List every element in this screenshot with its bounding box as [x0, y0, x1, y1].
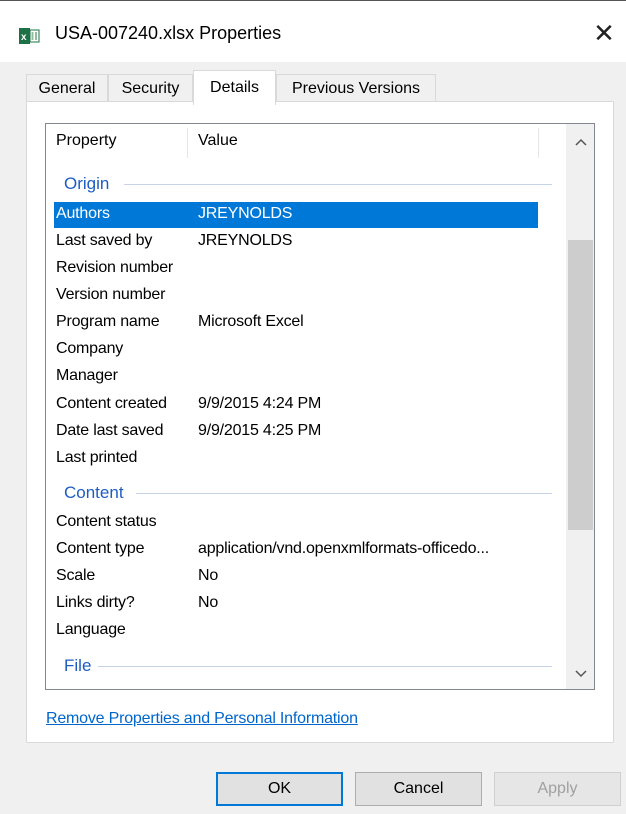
row-program-name[interactable]: Program name Microsoft Excel [54, 310, 538, 336]
group-content: Content [64, 483, 124, 502]
property-name: Manager [56, 367, 118, 384]
close-icon: ✕ [593, 17, 615, 48]
row-authors[interactable]: Authors JREYNOLDS [54, 202, 538, 228]
property-name: Company [56, 340, 124, 357]
properties-dialog: x USA-007240.xlsx Properties ✕ General S… [0, 0, 626, 814]
row-content-created[interactable]: Content created 9/9/2015 4:24 PM [54, 392, 538, 418]
scroll-up-button[interactable] [566, 128, 594, 156]
close-button[interactable]: ✕ [584, 15, 624, 51]
property-name: Version number [56, 286, 166, 303]
title-bar: x USA-007240.xlsx Properties ✕ [0, 0, 626, 62]
property-name: Links dirty? [56, 594, 135, 611]
apply-button[interactable]: Apply [494, 772, 621, 806]
property-value[interactable]: No [198, 567, 218, 585]
column-property[interactable]: Property [56, 132, 116, 150]
row-language[interactable]: Language [54, 618, 538, 644]
group-file: File [64, 656, 92, 675]
window-title: USA-007240.xlsx Properties [55, 23, 282, 43]
vertical-scrollbar[interactable] [566, 124, 594, 689]
group-divider [136, 493, 552, 494]
row-manager[interactable]: Manager [54, 364, 538, 390]
tab-bar: General Security Details Previous Versio… [26, 70, 626, 105]
column-value[interactable]: Value [198, 132, 238, 150]
property-name: Revision number [56, 259, 174, 276]
property-value[interactable]: 9/9/2015 4:24 PM [198, 395, 321, 413]
row-last-printed[interactable]: Last printed [54, 446, 538, 472]
tab-general[interactable]: General [26, 74, 108, 103]
property-name: Scale [56, 567, 96, 584]
chevron-down-icon [574, 670, 587, 678]
property-name: Program name [56, 313, 160, 330]
row-revision-number[interactable]: Revision number [54, 256, 538, 282]
column-divider[interactable] [538, 128, 539, 158]
column-header: Property Value [46, 124, 566, 160]
row-version-number[interactable]: Version number [54, 283, 538, 309]
group-origin: Origin [64, 174, 110, 193]
scroll-thumb[interactable] [568, 240, 593, 530]
tab-previous-versions[interactable]: Previous Versions [276, 74, 436, 103]
column-divider[interactable] [187, 128, 188, 158]
row-scale[interactable]: Scale No [54, 564, 538, 590]
excel-file-icon: x [19, 28, 40, 44]
row-content-type[interactable]: Content type application/vnd.openxmlform… [54, 537, 538, 563]
property-value[interactable]: JREYNOLDS [198, 205, 292, 223]
row-date-last-saved[interactable]: Date last saved 9/9/2015 4:25 PM [54, 419, 538, 445]
scroll-down-button[interactable] [566, 660, 594, 688]
property-name: Content type [56, 540, 145, 557]
properties-list[interactable]: Property Value Origin Authors JREYNOLDS … [45, 123, 595, 690]
property-value[interactable]: JREYNOLDS [198, 232, 292, 250]
tab-details[interactable]: Details [193, 70, 276, 105]
cancel-button[interactable]: Cancel [355, 772, 482, 806]
property-value[interactable]: Microsoft Excel [198, 313, 304, 331]
ok-button[interactable]: OK [216, 772, 343, 806]
chevron-up-icon [574, 138, 587, 146]
property-name: Content created [56, 395, 167, 412]
property-name: Content status [56, 513, 157, 530]
row-last-saved-by[interactable]: Last saved by JREYNOLDS [54, 229, 538, 255]
property-value[interactable]: No [198, 594, 218, 612]
remove-properties-link[interactable]: Remove Properties and Personal Informati… [46, 710, 358, 728]
property-name: Last saved by [56, 232, 153, 249]
property-value[interactable]: 9/9/2015 4:25 PM [198, 422, 321, 440]
group-divider [124, 184, 552, 185]
property-value[interactable]: application/vnd.openxmlformats-officedo.… [198, 540, 489, 558]
svg-text:x: x [21, 32, 27, 43]
row-company[interactable]: Company [54, 337, 538, 363]
row-content-status[interactable]: Content status [54, 510, 538, 536]
property-name: Last printed [56, 449, 138, 466]
property-name: Language [56, 621, 126, 638]
property-name: Authors [56, 205, 110, 222]
property-name: Date last saved [56, 422, 164, 439]
row-links-dirty[interactable]: Links dirty? No [54, 591, 538, 617]
group-divider [98, 666, 552, 667]
tab-security[interactable]: Security [108, 74, 193, 103]
